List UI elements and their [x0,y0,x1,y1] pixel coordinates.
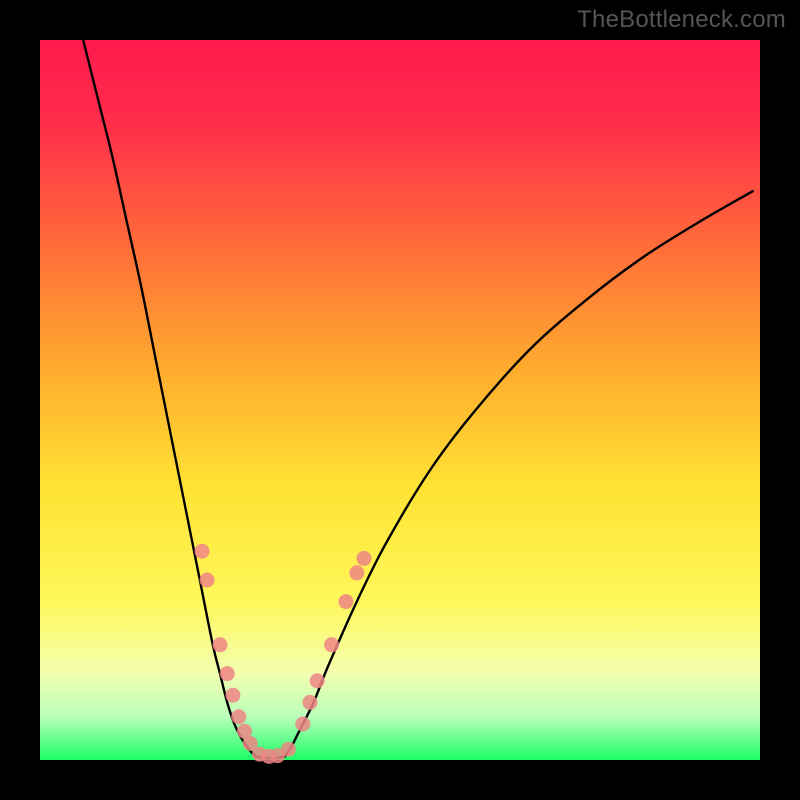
curve-left-curve [83,40,256,756]
data-marker [339,594,354,609]
data-marker [213,637,228,652]
data-marker [231,709,246,724]
marker-group [195,544,372,764]
data-marker [225,688,240,703]
data-marker [349,565,364,580]
data-marker [324,637,339,652]
outer-frame: TheBottleneck.com [0,0,800,800]
data-marker [195,544,210,559]
data-marker [281,742,296,757]
data-marker [303,695,318,710]
curve-group [83,40,753,758]
data-marker [357,551,372,566]
data-marker [200,573,215,588]
watermark-text: TheBottleneck.com [577,6,786,34]
chart-svg [40,40,760,760]
data-marker [310,673,325,688]
data-marker [220,666,235,681]
curve-right-curve [285,191,753,756]
data-marker [295,717,310,732]
